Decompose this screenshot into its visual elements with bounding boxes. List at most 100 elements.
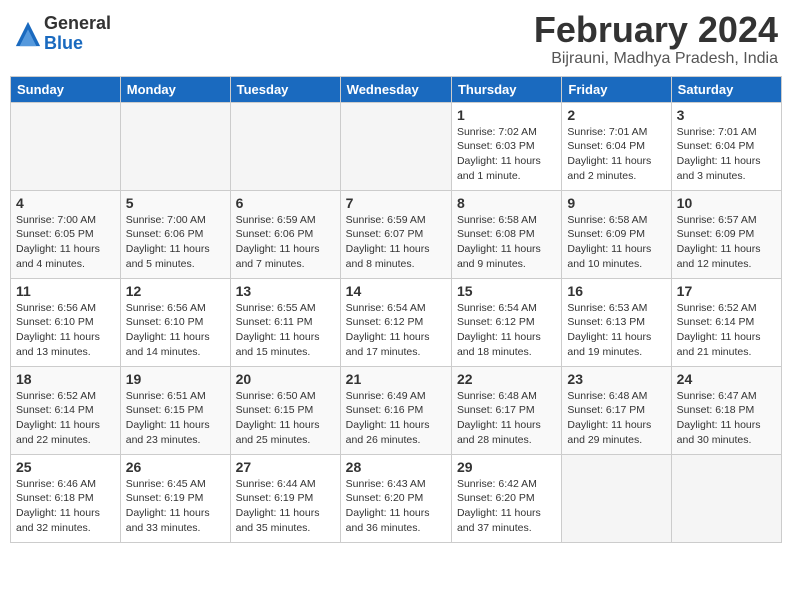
calendar-week-row: 25 Sunrise: 6:46 AM Sunset: 6:18 PM Dayli… xyxy=(11,454,782,542)
day-number: 9 xyxy=(567,195,665,211)
day-number: 28 xyxy=(346,459,446,475)
day-info: Sunrise: 6:47 AM Sunset: 6:18 PM Dayligh… xyxy=(677,389,776,448)
day-number: 12 xyxy=(126,283,225,299)
calendar-day-cell: 20 Sunrise: 6:50 AM Sunset: 6:15 PM Dayli… xyxy=(230,366,340,454)
calendar-day-cell xyxy=(120,102,230,190)
calendar-day-cell: 22 Sunrise: 6:48 AM Sunset: 6:17 PM Dayli… xyxy=(451,366,561,454)
logo-blue-text: Blue xyxy=(44,34,111,54)
calendar-day-cell xyxy=(11,102,121,190)
title-section: February 2024 Bijrauni, Madhya Pradesh, … xyxy=(534,10,778,68)
calendar-table: SundayMondayTuesdayWednesdayThursdayFrid… xyxy=(10,76,782,543)
day-number: 4 xyxy=(16,195,115,211)
day-info: Sunrise: 7:02 AM Sunset: 6:03 PM Dayligh… xyxy=(457,125,556,184)
day-number: 26 xyxy=(126,459,225,475)
day-info: Sunrise: 6:52 AM Sunset: 6:14 PM Dayligh… xyxy=(16,389,115,448)
day-info: Sunrise: 6:52 AM Sunset: 6:14 PM Dayligh… xyxy=(677,301,776,360)
calendar-day-cell: 13 Sunrise: 6:55 AM Sunset: 6:11 PM Dayli… xyxy=(230,278,340,366)
logo-general-text: General xyxy=(44,14,111,34)
day-info: Sunrise: 6:44 AM Sunset: 6:19 PM Dayligh… xyxy=(236,477,335,536)
calendar-day-cell: 7 Sunrise: 6:59 AM Sunset: 6:07 PM Daylig… xyxy=(340,190,451,278)
calendar-day-header: Saturday xyxy=(671,76,781,102)
day-number: 17 xyxy=(677,283,776,299)
day-number: 10 xyxy=(677,195,776,211)
day-info: Sunrise: 7:00 AM Sunset: 6:05 PM Dayligh… xyxy=(16,213,115,272)
logo: General Blue xyxy=(14,14,111,54)
day-info: Sunrise: 6:46 AM Sunset: 6:18 PM Dayligh… xyxy=(16,477,115,536)
day-info: Sunrise: 6:48 AM Sunset: 6:17 PM Dayligh… xyxy=(567,389,665,448)
calendar-day-cell xyxy=(671,454,781,542)
day-info: Sunrise: 6:56 AM Sunset: 6:10 PM Dayligh… xyxy=(126,301,225,360)
calendar-day-cell: 17 Sunrise: 6:52 AM Sunset: 6:14 PM Dayli… xyxy=(671,278,781,366)
day-number: 21 xyxy=(346,371,446,387)
calendar-day-cell: 29Sunrise: 6:42 AM Sunset: 6:20 PM Dayli… xyxy=(451,454,561,542)
calendar-day-cell: 15Sunrise: 6:54 AM Sunset: 6:12 PM Dayli… xyxy=(451,278,561,366)
day-info: Sunrise: 6:54 AM Sunset: 6:12 PM Dayligh… xyxy=(346,301,446,360)
day-number: 2 xyxy=(567,107,665,123)
day-info: Sunrise: 7:01 AM Sunset: 6:04 PM Dayligh… xyxy=(677,125,776,184)
day-info: Sunrise: 6:50 AM Sunset: 6:15 PM Dayligh… xyxy=(236,389,335,448)
calendar-week-row: 11Sunrise: 6:56 AM Sunset: 6:10 PM Dayli… xyxy=(11,278,782,366)
day-number: 14 xyxy=(346,283,446,299)
calendar-day-cell xyxy=(340,102,451,190)
day-info: Sunrise: 6:48 AM Sunset: 6:17 PM Dayligh… xyxy=(457,389,556,448)
day-info: Sunrise: 6:53 AM Sunset: 6:13 PM Dayligh… xyxy=(567,301,665,360)
month-title: February 2024 xyxy=(534,10,778,50)
calendar-day-cell: 25 Sunrise: 6:46 AM Sunset: 6:18 PM Dayli… xyxy=(11,454,121,542)
day-number: 5 xyxy=(126,195,225,211)
calendar-day-header: Friday xyxy=(562,76,671,102)
calendar-day-cell: 21Sunrise: 6:49 AM Sunset: 6:16 PM Dayli… xyxy=(340,366,451,454)
day-info: Sunrise: 7:01 AM Sunset: 6:04 PM Dayligh… xyxy=(567,125,665,184)
day-info: Sunrise: 6:59 AM Sunset: 6:07 PM Dayligh… xyxy=(346,213,446,272)
day-number: 13 xyxy=(236,283,335,299)
calendar-day-cell: 27 Sunrise: 6:44 AM Sunset: 6:19 PM Dayli… xyxy=(230,454,340,542)
day-info: Sunrise: 6:58 AM Sunset: 6:09 PM Dayligh… xyxy=(567,213,665,272)
day-info: Sunrise: 6:43 AM Sunset: 6:20 PM Dayligh… xyxy=(346,477,446,536)
calendar-day-header: Tuesday xyxy=(230,76,340,102)
calendar-day-cell: 26 Sunrise: 6:45 AM Sunset: 6:19 PM Dayli… xyxy=(120,454,230,542)
day-info: Sunrise: 7:00 AM Sunset: 6:06 PM Dayligh… xyxy=(126,213,225,272)
day-number: 7 xyxy=(346,195,446,211)
calendar-day-cell: 23 Sunrise: 6:48 AM Sunset: 6:17 PM Dayli… xyxy=(562,366,671,454)
calendar-day-cell xyxy=(230,102,340,190)
calendar-day-cell: 28 Sunrise: 6:43 AM Sunset: 6:20 PM Dayli… xyxy=(340,454,451,542)
calendar-day-cell: 24 Sunrise: 6:47 AM Sunset: 6:18 PM Dayli… xyxy=(671,366,781,454)
calendar-day-cell: 5 Sunrise: 7:00 AM Sunset: 6:06 PM Daylig… xyxy=(120,190,230,278)
calendar-day-header: Thursday xyxy=(451,76,561,102)
day-number: 24 xyxy=(677,371,776,387)
calendar-day-cell: 8 Sunrise: 6:58 AM Sunset: 6:08 PM Daylig… xyxy=(451,190,561,278)
calendar-day-cell: 12 Sunrise: 6:56 AM Sunset: 6:10 PM Dayli… xyxy=(120,278,230,366)
day-info: Sunrise: 6:51 AM Sunset: 6:15 PM Dayligh… xyxy=(126,389,225,448)
day-info: Sunrise: 6:56 AM Sunset: 6:10 PM Dayligh… xyxy=(16,301,115,360)
day-info: Sunrise: 6:58 AM Sunset: 6:08 PM Dayligh… xyxy=(457,213,556,272)
day-info: Sunrise: 6:59 AM Sunset: 6:06 PM Dayligh… xyxy=(236,213,335,272)
day-info: Sunrise: 6:57 AM Sunset: 6:09 PM Dayligh… xyxy=(677,213,776,272)
calendar-day-header: Sunday xyxy=(11,76,121,102)
calendar-day-cell: 6 Sunrise: 6:59 AM Sunset: 6:06 PM Daylig… xyxy=(230,190,340,278)
day-number: 3 xyxy=(677,107,776,123)
calendar-header-row: SundayMondayTuesdayWednesdayThursdayFrid… xyxy=(11,76,782,102)
page-header: General Blue February 2024 Bijrauni, Mad… xyxy=(10,10,782,68)
day-number: 22 xyxy=(457,371,556,387)
day-number: 1 xyxy=(457,107,556,123)
day-number: 29 xyxy=(457,459,556,475)
calendar-day-cell: 16 Sunrise: 6:53 AM Sunset: 6:13 PM Dayli… xyxy=(562,278,671,366)
day-number: 16 xyxy=(567,283,665,299)
calendar-day-cell: 10 Sunrise: 6:57 AM Sunset: 6:09 PM Dayli… xyxy=(671,190,781,278)
calendar-day-cell: 4 Sunrise: 7:00 AM Sunset: 6:05 PM Daylig… xyxy=(11,190,121,278)
day-info: Sunrise: 6:45 AM Sunset: 6:19 PM Dayligh… xyxy=(126,477,225,536)
calendar-day-cell: 14 Sunrise: 6:54 AM Sunset: 6:12 PM Dayli… xyxy=(340,278,451,366)
calendar-week-row: 18Sunrise: 6:52 AM Sunset: 6:14 PM Dayli… xyxy=(11,366,782,454)
calendar-day-cell: 1 Sunrise: 7:02 AM Sunset: 6:03 PM Daylig… xyxy=(451,102,561,190)
day-number: 20 xyxy=(236,371,335,387)
day-info: Sunrise: 6:55 AM Sunset: 6:11 PM Dayligh… xyxy=(236,301,335,360)
logo-icon xyxy=(14,20,42,48)
calendar-day-header: Wednesday xyxy=(340,76,451,102)
day-number: 25 xyxy=(16,459,115,475)
day-info: Sunrise: 6:54 AM Sunset: 6:12 PM Dayligh… xyxy=(457,301,556,360)
day-number: 8 xyxy=(457,195,556,211)
calendar-week-row: 4 Sunrise: 7:00 AM Sunset: 6:05 PM Daylig… xyxy=(11,190,782,278)
day-number: 23 xyxy=(567,371,665,387)
calendar-day-cell xyxy=(562,454,671,542)
day-number: 27 xyxy=(236,459,335,475)
day-number: 6 xyxy=(236,195,335,211)
